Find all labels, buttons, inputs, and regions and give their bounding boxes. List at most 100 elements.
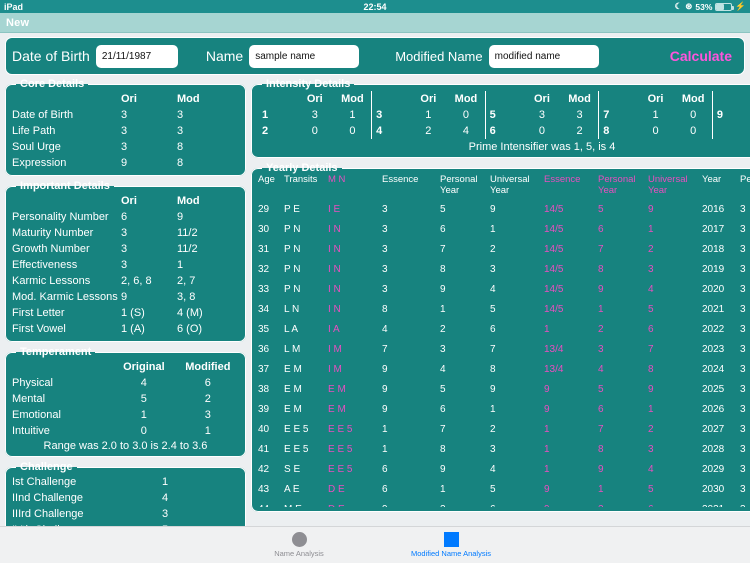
col-header-age: Age [258,175,275,185]
cell-age: 41 [258,443,270,455]
intensity-key: 6 [484,123,524,139]
intensity-key: 1 [262,109,269,121]
intensity-key: 5 [484,107,524,123]
cell-essence2: 1 [544,323,550,335]
cell-mn: E E 5 [328,423,353,435]
cell-uy: 9 [490,203,496,215]
row-label: Intuitive [12,425,50,437]
cell-uy: 6 [490,499,544,508]
calculate-button[interactable]: Calculate [664,48,738,64]
cell-essence: 3 [382,283,388,295]
cell-year: 2022 [702,323,725,335]
intensity-ori: 2 [425,125,432,137]
row-ori: 3 [121,125,128,137]
cell-period: 3 [740,483,746,495]
row-label: IInd Challenge [12,492,83,504]
intensity-ori: 0 [538,125,545,137]
intensity-ori: 0 [652,125,659,137]
rotation-lock-icon: ⊛ [685,1,693,12]
cell-mn: I N [328,283,341,295]
cell-mn: D E [328,499,382,508]
table-row: 37E MI M94813/448202431 [258,359,750,379]
cell-age: 40 [258,423,270,435]
tab-modified-name-analysis[interactable]: Modified Name Analysis [396,532,506,558]
cell-essence: 9 [382,403,388,415]
cell-py2: 5 [598,383,604,395]
col-header-original: Original [123,361,165,373]
cell-mn: E M [328,403,346,415]
cell-py: 5 [440,203,446,215]
cell-uy: 5 [490,303,496,315]
cell-age: 38 [258,383,270,395]
cell-age: 31 [258,243,270,255]
table-row: Intuitive 0 1 [12,423,239,439]
row-label: Growth Number [12,243,90,255]
moon-icon: ☾ [674,1,683,12]
cell-period: 3 [740,263,746,275]
cell-period: 3 [740,443,746,455]
cell-py: 1 [440,483,446,495]
cell-py2: 2 [598,323,604,335]
tab-name-analysis[interactable]: Name Analysis [244,532,354,558]
col-header-essence-modified: Essence [544,175,581,185]
table-row: Date of Birth 3 3 [12,107,239,123]
table-row: 33P NI N39414/594202035 [258,279,750,299]
row-modified: 1 [204,425,211,437]
cell-py2: 9 [598,283,604,295]
battery-percent: 53% [695,1,713,12]
row-mod: 11/2 [177,243,198,255]
cell-age: 29 [258,203,270,215]
cell-uy: 3 [490,443,496,455]
cell-mn: I A [328,323,340,335]
cell-essence2: 9 [544,403,550,415]
col-header-mn: M N [328,175,346,185]
cell-year: 2031 [702,499,740,508]
col-header-year: Year [702,175,722,185]
cell-essence: 1 [382,443,388,455]
circle-icon [291,532,307,547]
table-row: 44M ED E926926203136 [258,499,750,508]
tab-label: Name Analysis [274,549,324,558]
row-original: 4 [140,377,147,389]
table-row: Mod. Karmic Lessons 9 3, 8 [12,289,239,305]
temperament-table: Original Modified Physical 4 6 Mental 5 2 Em… [12,359,239,439]
row-label: Emotional [12,409,61,421]
cell-essence: 6 [382,463,388,475]
col-header-ori: Ori [420,93,437,105]
intensity-mod: 0 [462,109,470,121]
core-details-table: Ori Mod Date of Birth 3 3 Life Path 3 3 Soul… [12,91,239,171]
yearly-details-scroll[interactable]: Age Transits M N Essence Personal Year U… [258,175,750,507]
cell-transits: P E [284,203,300,215]
cell-py2: 1 [598,483,604,495]
modified-name-input[interactable] [488,44,599,68]
row-label: Date of Birth [12,109,74,121]
main-content: Core Details Ori Mod Date of Birth 3 3 Lif… [0,78,750,547]
row-value: 4 [162,492,169,504]
intensity-key: 7 [598,107,637,123]
table-row: Soul Urge 3 8 [12,139,239,155]
left-column: Core Details Ori Mod Date of Birth 3 3 Lif… [5,78,246,547]
intensity-ori: 1 [425,109,432,121]
cell-py2: 4 [598,363,604,375]
cell-py2: 7 [598,423,604,435]
cell-age: 37 [258,363,270,375]
cell-essence: 3 [382,263,388,275]
table-row: 38E ME M959959202531 [258,379,750,399]
cell-age: 30 [258,223,270,235]
cell-essence2: 14/5 [544,243,564,255]
cell-py: 2 [440,499,490,508]
col-header-universal-year: Universal Year [490,175,530,196]
table-header-row: Ori Mod Ori Mod Ori Mod Ori Mod Ori Mod [258,91,750,107]
row-ori: 3 [121,141,128,153]
row-original: 1 [140,409,147,421]
tab-bar: Name Analysis Modified Name Analysis [0,526,750,563]
dob-input[interactable] [95,44,178,68]
cell-essence2: 13/4 [544,343,564,355]
name-input[interactable] [249,44,360,68]
row-label: First Vowel [12,323,66,335]
cell-transits: L N [284,303,300,315]
cell-year: 2024 [702,363,725,375]
cell-py: 9 [440,463,446,475]
cell-period: 3 [740,363,746,375]
cell-py2: 2 [598,499,648,508]
